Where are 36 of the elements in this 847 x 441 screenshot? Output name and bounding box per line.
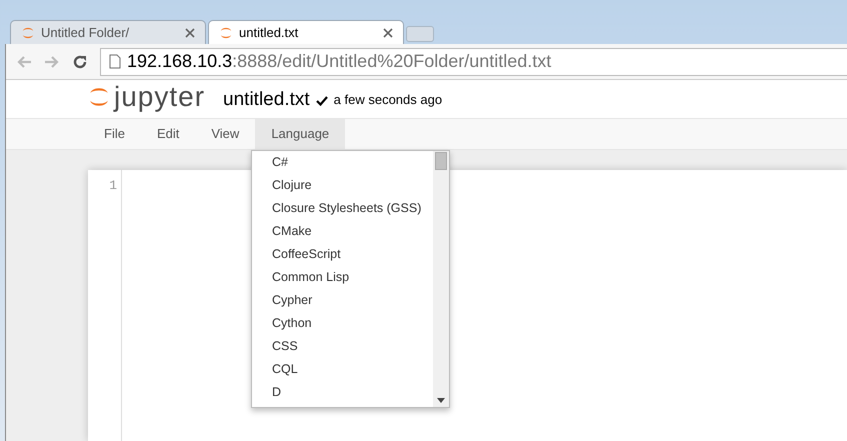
checkmark-icon [316,96,328,106]
language-option[interactable]: CQL [252,358,433,381]
address-bar[interactable]: 192.168.10.3:8888/edit/Untitled%20Folder/untitled.txt [100,48,847,76]
forward-icon[interactable] [44,54,60,68]
logo-icon [21,26,35,40]
language-option[interactable]: Common Lisp [252,266,433,289]
url-host: 192.168.10.3 [127,51,232,71]
reload-icon[interactable] [72,54,88,70]
menu-item[interactable]: View [195,119,256,149]
scroll-thumb[interactable] [435,152,447,170]
line-number: 1 [108,177,117,195]
scroll-down-icon[interactable] [437,398,445,403]
language-option[interactable]: CSS [252,335,433,358]
new-tab-button[interactable] [406,26,434,42]
scrollbar[interactable] [433,151,449,407]
logo-icon [219,26,233,40]
language-option[interactable]: D [252,381,433,404]
page-icon [109,54,121,69]
close-icon[interactable] [185,28,195,38]
save-status: a few seconds ago [334,90,442,109]
menu-item[interactable]: File [88,119,141,149]
menu-item[interactable]: Edit [140,119,196,149]
language-option[interactable]: Closure Stylesheets (GSS) [252,197,433,220]
menu-item[interactable]: Language [255,119,346,149]
language-option[interactable]: Cypher [252,289,433,312]
language-option[interactable]: Cython [252,312,433,335]
back-icon[interactable] [16,54,32,68]
browser-tab[interactable]: Untitled Folder/ [10,20,206,44]
file-name[interactable]: untitled.txt [223,89,310,111]
language-option[interactable]: CMake [252,220,433,243]
language-option[interactable]: Clojure [252,174,433,197]
close-icon[interactable] [383,28,393,38]
language-option[interactable]: CoffeeScript [252,243,433,266]
url-path: :8888/edit/Untitled%20Folder/untitled.txt [232,51,552,71]
logo-text: jupyter [114,83,206,111]
browser-tab[interactable]: untitled.txt [208,20,404,44]
